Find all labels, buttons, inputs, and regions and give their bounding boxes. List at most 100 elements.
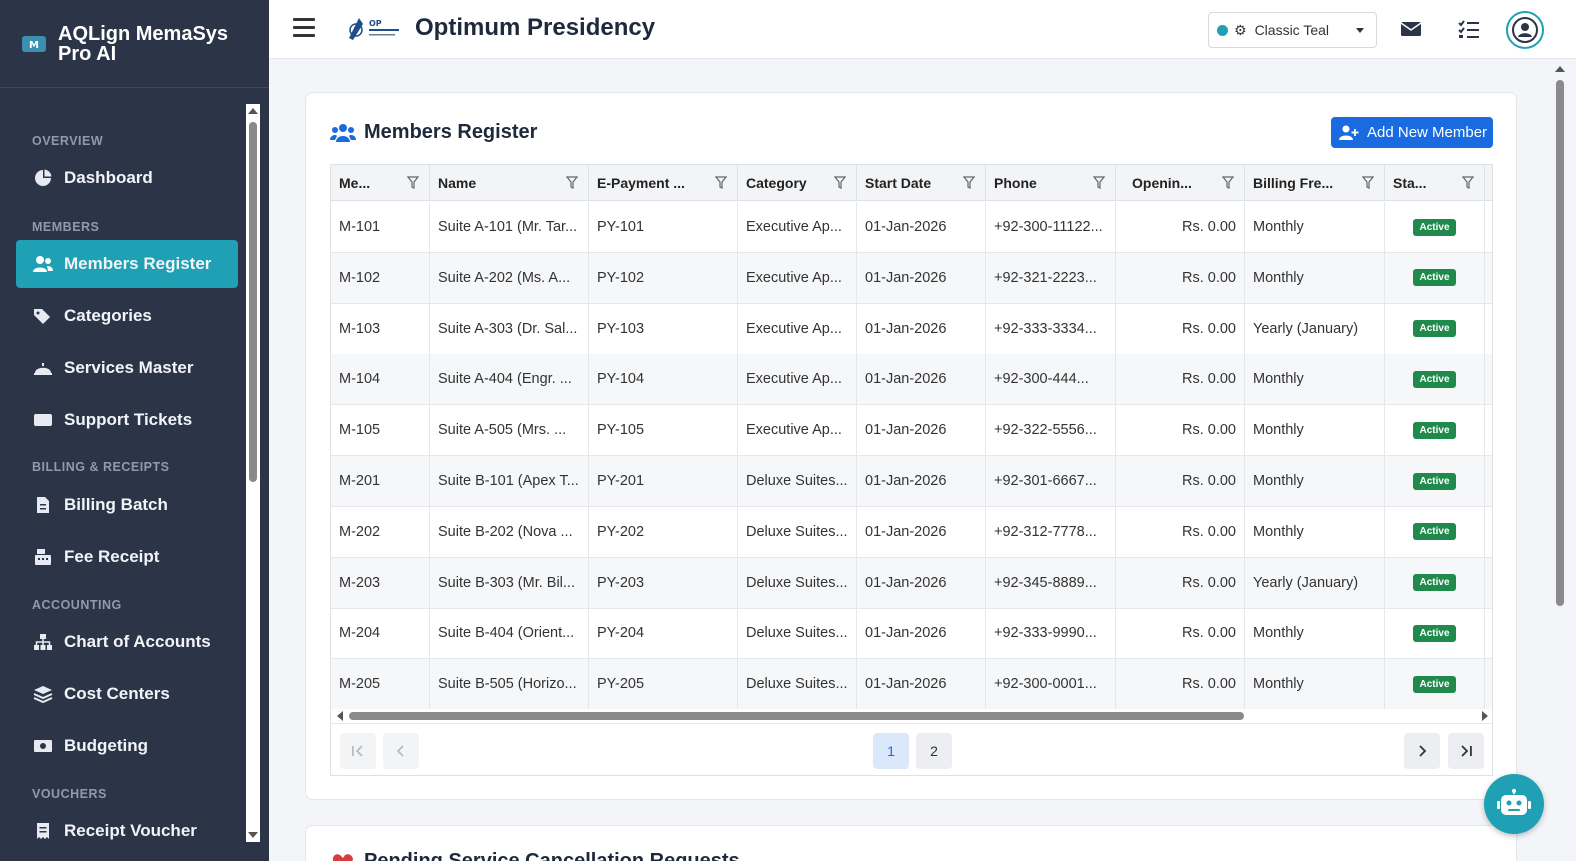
cell-value: Suite A-404 (Engr. ... (438, 371, 572, 388)
cell-value: Executive Ap... (746, 269, 842, 286)
menu-toggle-icon[interactable] (293, 18, 315, 38)
filter-icon[interactable] (963, 176, 975, 189)
user-avatar[interactable] (1506, 11, 1544, 49)
add-new-member-button[interactable]: Add New Member (1331, 117, 1493, 148)
sidebar-item-fee-receipt[interactable]: Fee Receipt (16, 533, 238, 581)
table-row[interactable]: M-103 Suite A-303 (Dr. Sal... PY-103 Execut… (331, 303, 1492, 355)
sidebar-item-chart-of-accounts[interactable]: Chart of Accounts (16, 618, 238, 666)
chatbot-button[interactable] (1484, 774, 1544, 834)
table-row[interactable]: M-202 Suite B-202 (Nova ... PY-202 Deluxe S… (331, 506, 1492, 558)
table-cell-opening: Rs. 0.00 (1116, 608, 1245, 659)
cell-value: PY-204 (597, 625, 645, 642)
scroll-up-icon[interactable] (1555, 66, 1565, 72)
table-row[interactable]: M-105 Suite A-505 (Mrs. ... PY-105 Executiv… (331, 405, 1492, 457)
sidebar-item-billing-batch[interactable]: Billing Batch (16, 481, 238, 529)
table-cell-start-date: 01-Jan-2026 (857, 405, 986, 456)
sidebar-item-categories[interactable]: Categories (16, 292, 238, 340)
column-header-category[interactable]: Category (738, 165, 857, 201)
table-cell-name: Suite B-101 (Apex T... (430, 456, 589, 506)
column-header-e-payment[interactable]: E-Payment ... (589, 165, 738, 201)
table-row[interactable]: M-102 Suite A-202 (Ms. A... PY-102 Executiv… (331, 252, 1492, 304)
cell-value: Monthly (1253, 371, 1304, 388)
table-cell-name: Suite A-101 (Mr. Tar... (430, 202, 589, 252)
card-title: Pending Service Cancellation Requests (364, 850, 740, 861)
task-list-icon[interactable] (1457, 18, 1481, 40)
page-scrollbar[interactable] (1552, 60, 1568, 861)
sidebar-item-members-register[interactable]: Members Register (16, 240, 238, 288)
sidebar-nav: OVERVIEW Dashboard MEMBERS Members Regis… (0, 104, 262, 844)
table-cell-name: Suite A-303 (Dr. Sal... (430, 303, 589, 354)
filter-icon[interactable] (1093, 176, 1105, 189)
column-header-billing-frequency[interactable]: Billing Fre... (1245, 165, 1385, 201)
theme-selector-value: Classic Teal (1254, 22, 1329, 38)
horizontal-scrollbar[interactable] (331, 709, 1492, 723)
table-cell-phone: +92-322-5556... (986, 405, 1116, 456)
cell-value: +92-322-5556... (994, 422, 1097, 439)
filter-icon[interactable] (715, 176, 727, 189)
table-cell-name: Suite A-202 (Ms. A... (430, 252, 589, 303)
table-row[interactable]: M-101 Suite A-101 (Mr. Tar... PY-101 Execut… (331, 202, 1492, 253)
page-1-button[interactable]: 1 (873, 733, 909, 769)
table-cell-billing-frequency: Yearly (January) (1245, 303, 1385, 354)
cell-value: Executive Ap... (746, 219, 842, 235)
sidebar-item-receipt-voucher[interactable]: Receipt Voucher (16, 807, 238, 844)
scroll-up-icon[interactable] (248, 108, 258, 114)
sidebar-item-budgeting[interactable]: Budgeting (16, 722, 238, 770)
prev-page-button[interactable] (383, 733, 419, 769)
cell-value: Deluxe Suites... (746, 625, 848, 642)
grid-header: Me... Name E-Payment ... Category Start Date… (331, 165, 1492, 201)
column-header-label: Sta... (1393, 175, 1427, 191)
column-header-status[interactable]: Sta... (1385, 165, 1485, 201)
table-cell-opening: Rs. 0.00 (1116, 659, 1245, 710)
first-page-icon (352, 745, 363, 757)
filter-icon[interactable] (566, 176, 578, 189)
scrollbar-thumb[interactable] (1556, 80, 1564, 606)
sidebar-item-label: Cost Centers (64, 684, 170, 703)
column-header-phone[interactable]: Phone (986, 165, 1116, 201)
column-header-member-id[interactable]: Me... (331, 165, 430, 201)
table-cell-e-payment: PY-201 (589, 456, 738, 506)
table-cell-opening: Rs. 0.00 (1116, 202, 1245, 252)
table-cell-status: Active (1385, 354, 1485, 405)
table-row[interactable]: M-205 Suite B-505 (Horizo... PY-205 Deluxe … (331, 659, 1492, 711)
column-header-opening[interactable]: Openin... (1116, 165, 1245, 201)
column-header-name[interactable]: Name (430, 165, 589, 201)
table-row[interactable]: M-204 Suite B-404 (Orient... PY-204 Deluxe … (331, 608, 1492, 660)
filter-icon[interactable] (834, 176, 846, 189)
sidebar-item-cost-centers[interactable]: Cost Centers (16, 670, 238, 718)
sidebar-scrollbar[interactable] (246, 104, 260, 842)
theme-selector[interactable]: ⚙ Classic Teal (1208, 12, 1377, 48)
next-page-button[interactable] (1404, 733, 1440, 769)
brand[interactable]: M AQLign MemaSys Pro AI (0, 0, 269, 88)
envelope-icon[interactable] (1399, 18, 1423, 40)
scrollbar-thumb[interactable] (249, 122, 257, 482)
table-row[interactable]: M-203 Suite B-303 (Mr. Bil... PY-203 Deluxe… (331, 557, 1492, 609)
sidebar-item-support-tickets[interactable]: Support Tickets (16, 396, 238, 444)
status-badge: Active (1413, 523, 1456, 541)
scroll-right-icon[interactable] (1482, 711, 1488, 721)
table-cell-member-id: M-201 (331, 456, 430, 506)
filter-icon[interactable] (1362, 176, 1374, 189)
first-page-button[interactable] (340, 733, 376, 769)
cell-value: Executive Ap... (746, 320, 842, 337)
table-cell-phone: +92-321-2223... (986, 252, 1116, 303)
sidebar-item-services-master[interactable]: Services Master (16, 344, 238, 392)
scroll-left-icon[interactable] (337, 711, 343, 721)
sidebar-item-dashboard[interactable]: Dashboard (16, 154, 238, 202)
filter-icon[interactable] (1222, 176, 1234, 189)
table-row[interactable]: M-201 Suite B-101 (Apex T... PY-201 Deluxe … (331, 456, 1492, 507)
filter-icon[interactable] (407, 176, 419, 189)
scrollbar-thumb[interactable] (349, 712, 1244, 720)
cell-value: Suite A-202 (Ms. A... (438, 269, 571, 286)
filter-icon[interactable] (1462, 176, 1474, 189)
scroll-down-icon[interactable] (248, 832, 258, 838)
column-header-start-date[interactable]: Start Date (857, 165, 986, 201)
cell-value: Rs. 0.00 (1182, 625, 1236, 642)
page-2-button[interactable]: 2 (916, 733, 952, 769)
table-row[interactable]: M-104 Suite A-404 (Engr. ... PY-104 Executi… (331, 354, 1492, 406)
last-page-button[interactable] (1448, 733, 1484, 769)
last-page-icon (1461, 745, 1472, 757)
cell-value: Rs. 0.00 (1182, 422, 1236, 439)
cell-value: +92-300-11122... (994, 219, 1103, 235)
sidebar-item-label: Members Register (64, 254, 212, 273)
